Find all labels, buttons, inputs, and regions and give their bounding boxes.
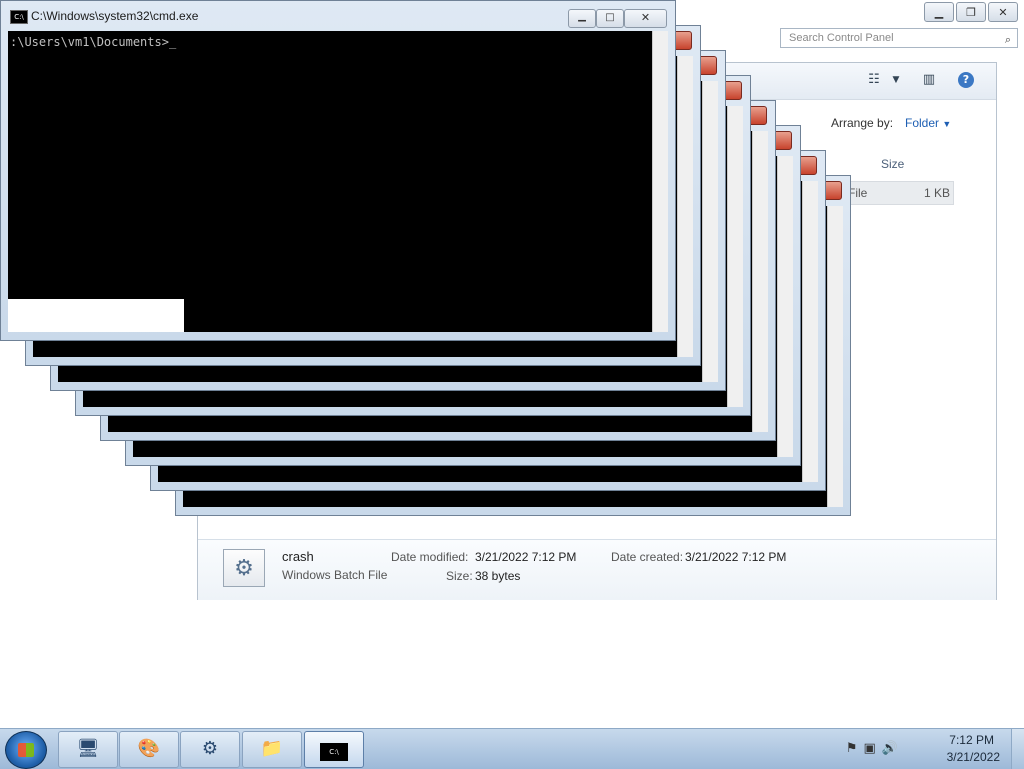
show-desktop-button[interactable]: [1011, 729, 1024, 769]
date-modified-value: 3/21/2022 7:12 PM: [475, 550, 577, 564]
search-placeholder: Search Control Panel: [789, 32, 894, 44]
minimize-icon[interactable]: ▁: [568, 9, 596, 28]
explorer-folder-icon[interactable]: 📁: [242, 731, 302, 768]
file-row-size: 1 KB: [924, 186, 951, 200]
cmd-taskbar-icon[interactable]: C:\: [304, 731, 364, 768]
preview-pane-icon[interactable]: ▥: [921, 72, 937, 88]
remote-desktop-icon[interactable]: 🖥: [58, 731, 118, 768]
volume-icon[interactable]: 🔊: [882, 741, 904, 756]
arrange-by-dropdown[interactable]: Folder ▼: [905, 116, 951, 130]
scrollbar[interactable]: [752, 131, 768, 432]
cmd-icon: C:\: [10, 10, 28, 24]
explorer-close-button[interactable]: ✕: [988, 2, 1018, 22]
taskbar: 🖥 🎨 ⚙ 📁 C:\ ⚑▣🔊 7:12 PM 3/21/2022: [0, 728, 1024, 769]
scrollbar[interactable]: [802, 181, 818, 482]
action-center-icon[interactable]: ⚑: [846, 741, 864, 756]
date-modified-label: Date modified:: [391, 550, 469, 564]
explorer-minimize-button[interactable]: ▁: [924, 2, 954, 22]
network-icon[interactable]: ▣: [864, 741, 882, 756]
scrollbar[interactable]: [727, 106, 743, 407]
search-icon[interactable]: ⌕: [1005, 31, 1011, 49]
help-icon[interactable]: ?: [958, 72, 974, 88]
scrollbar[interactable]: [652, 31, 668, 332]
system-tray: ⚑▣🔊: [846, 741, 904, 756]
details-pane: ⚙ crash Windows Batch File Date modified…: [198, 539, 996, 600]
size-value: 38 bytes: [475, 569, 521, 583]
date-created-label: Date created:: [611, 550, 684, 564]
explorer-restore-button[interactable]: ❐: [956, 2, 986, 22]
cmd-icon: C:\: [320, 743, 348, 761]
clock-time[interactable]: 7:12 PM: [949, 733, 994, 747]
command-prompt[interactable]: :\Users\vm1\Documents>: [10, 35, 176, 49]
scrollbar[interactable]: [702, 81, 718, 382]
details-file-name: crash: [282, 549, 314, 564]
view-options-icon[interactable]: ☷: [866, 72, 882, 88]
scrollbar[interactable]: [777, 156, 793, 457]
start-button[interactable]: [5, 731, 47, 769]
window-title: C:\Windows\system32\cmd.exe: [31, 9, 199, 23]
chevron-down-icon[interactable]: ▼: [888, 72, 904, 88]
date-created-value: 3/21/2022 7:12 PM: [685, 550, 787, 564]
clock-date[interactable]: 3/21/2022: [947, 750, 1000, 764]
scrollbar[interactable]: [677, 56, 693, 357]
size-label: Size:: [446, 569, 473, 583]
chevron-down-icon: ▼: [942, 119, 952, 129]
arrange-by-value: Folder: [905, 116, 940, 130]
scrollbar[interactable]: [827, 206, 843, 507]
details-file-type: Windows Batch File: [282, 568, 388, 582]
control-panel-icon[interactable]: ⚙: [180, 731, 240, 768]
explorer-window-controls: ▁ ❐ ✕: [924, 2, 1018, 22]
maximize-icon[interactable]: □: [596, 9, 624, 28]
search-input[interactable]: Search Control Panel ⌕: [780, 28, 1018, 48]
batch-file-icon: ⚙: [223, 549, 265, 587]
close-icon[interactable]: ✕: [624, 9, 667, 28]
window-artifact: [8, 299, 184, 332]
console-area[interactable]: :\Users\vm1\Documents>: [8, 31, 653, 332]
cmd-window-active[interactable]: C:\ C:\Windows\system32\cmd.exe ▁ □ ✕ :\…: [0, 0, 676, 341]
paint-icon[interactable]: 🎨: [119, 731, 179, 768]
size-column-header[interactable]: Size: [881, 157, 904, 171]
arrange-by-label: Arrange by:: [831, 116, 894, 130]
